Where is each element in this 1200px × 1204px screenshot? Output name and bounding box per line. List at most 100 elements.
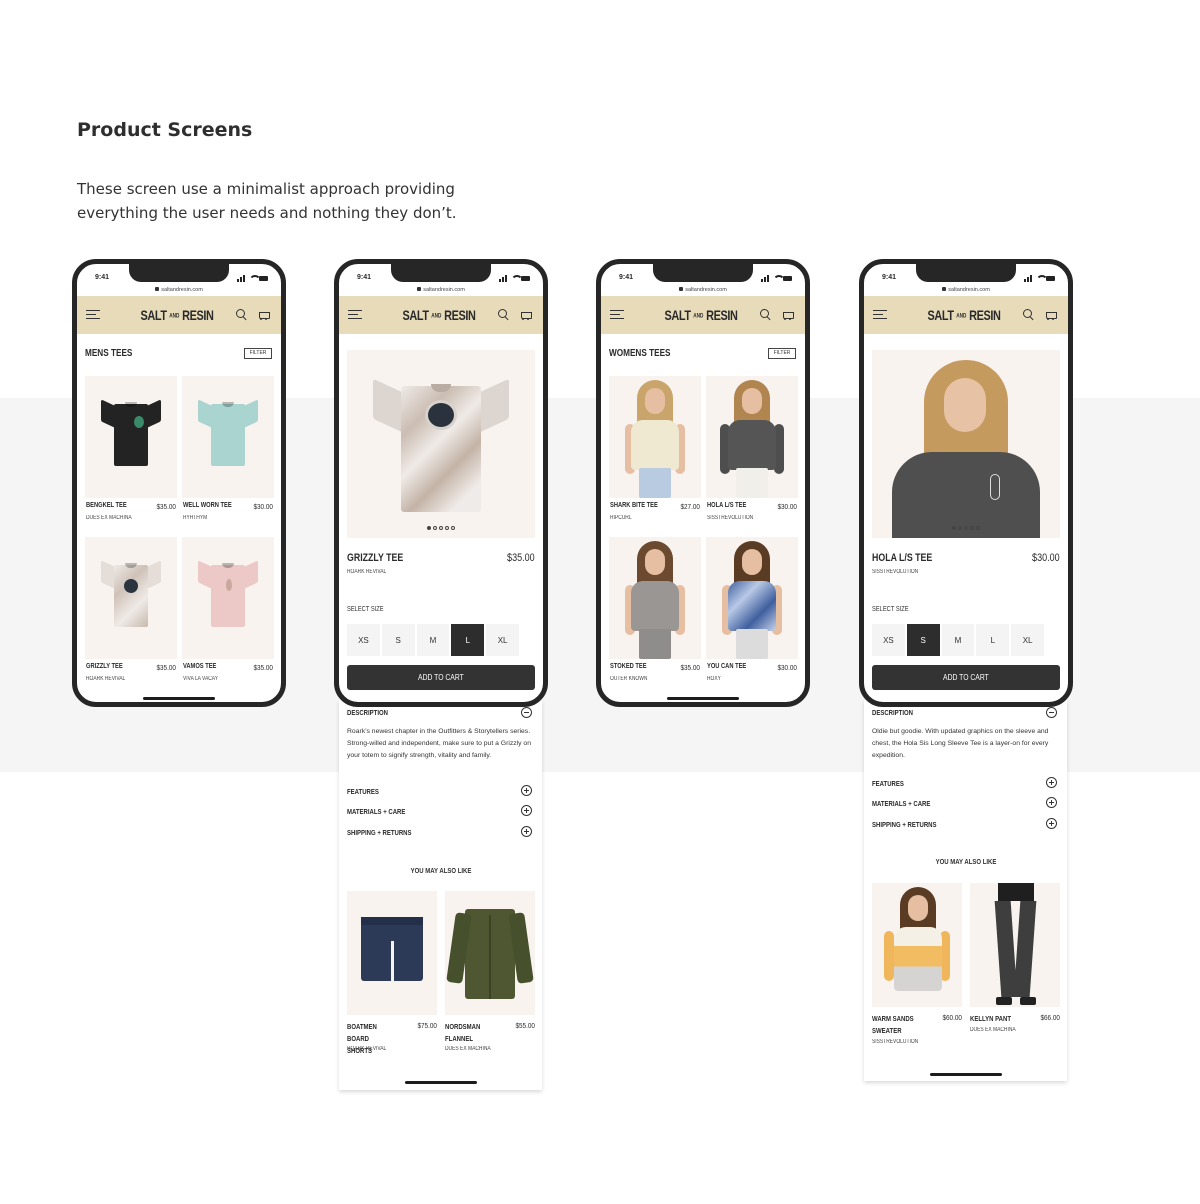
lock-icon [679,287,684,291]
logo-and: AND [431,313,442,320]
add-to-cart-button[interactable]: ADD TO CART [347,665,535,690]
description-title[interactable]: DESCRIPTION [872,708,913,717]
product-tile[interactable]: BENGKEL TEE $35.00 DUES EX MACHINA [85,376,177,521]
expand-icon[interactable] [1046,797,1057,808]
size-option-selected[interactable]: S [906,624,940,656]
size-option-selected[interactable]: L [451,624,485,656]
product-tile[interactable]: HOLA L/S TEE $30.00 SISSTREVOLUTION [706,376,798,521]
product-image[interactable] [182,376,274,498]
product-name: YOU CAN TEE [707,663,747,670]
size-option[interactable]: M [941,624,975,656]
product-image[interactable] [609,376,701,498]
product-image[interactable] [445,891,535,1015]
size-option[interactable]: L [976,624,1010,656]
search-icon[interactable] [1023,309,1034,320]
url-bar[interactable]: saltandresin.com [864,287,1068,293]
status-time: 9:41 [882,274,897,281]
url-bar[interactable]: saltandresin.com [601,287,805,293]
filter-button[interactable]: FILTER [244,348,272,359]
materials-title[interactable]: MATERIALS + CARE [872,799,930,808]
carousel-dots[interactable] [347,526,535,530]
product-price: $27.00 [680,502,700,511]
status-icons [1024,275,1055,282]
recommended-product[interactable]: NORDSMAN FLANNEL $55.00 DUES EX MACHINA [445,891,535,1052]
hamburger-menu-icon[interactable] [86,310,100,320]
cart-icon[interactable] [1044,310,1057,321]
brand-logo[interactable]: SALT AND RESIN [138,306,216,325]
product-image[interactable] [609,537,701,659]
brand-logo[interactable]: SALT AND RESIN [400,306,478,325]
brand-logo[interactable]: SALT AND RESIN [662,306,740,325]
url-bar[interactable]: saltandresin.com [339,287,543,293]
product-tile[interactable]: WELL WORN TEE $30.00 RYHTHYM [182,376,274,521]
size-option[interactable]: M [416,624,450,656]
product-image[interactable] [970,883,1060,1007]
collapse-icon[interactable] [521,707,532,718]
brand-logo[interactable]: SALT AND RESIN [925,306,1003,325]
hamburger-menu-icon[interactable] [873,310,887,320]
recommended-product[interactable]: KELLYN PANT $66.00 DUES EX MACHINA [970,883,1060,1033]
product-image[interactable] [706,376,798,498]
product-image[interactable] [182,537,274,659]
product-hero-image[interactable] [347,350,535,538]
product-price: $35.00 [507,552,535,564]
carousel-dots[interactable] [872,526,1060,530]
size-option[interactable]: XL [1011,624,1044,656]
product-image[interactable] [347,891,437,1015]
recommended-product[interactable]: WARM SANDS SWEATER $60.00 SISSTREVOLUTIO… [872,883,962,1045]
size-option[interactable]: XS [872,624,905,656]
product-price: $35.00 [156,663,176,672]
site-header: SALT AND RESIN [864,296,1068,334]
you-may-also-like-title: YOU MAY ALSO LIKE [410,866,472,875]
size-option[interactable]: XS [347,624,380,656]
product-image[interactable] [85,537,177,659]
search-icon[interactable] [236,309,247,320]
product-name: GRIZZLY TEE [347,552,404,564]
product-brand: OUTER KNOWN [610,676,648,682]
signal-icon [499,275,509,282]
product-tile[interactable]: GRIZZLY TEE $35.00 ROARK REVIVAL [85,537,177,682]
product-price: $66.00 [1040,1013,1060,1022]
expand-icon[interactable] [521,785,532,796]
page-heading: Product Screens [77,119,253,141]
description-title[interactable]: DESCRIPTION [347,708,388,717]
search-icon[interactable] [498,309,509,320]
recommended-product[interactable]: BOATMEN BOARD SHORTS $75.00 ROARK REVIVA… [347,891,437,1055]
product-tile[interactable]: SHARK BITE TEE $27.00 RIPCURL [609,376,701,521]
cart-icon[interactable] [519,310,532,321]
expand-icon[interactable] [1046,818,1057,829]
hamburger-menu-icon[interactable] [348,310,362,320]
product-tile[interactable]: YOU CAN TEE $30.00 ROXY [706,537,798,682]
expand-icon[interactable] [521,805,532,816]
model-image [872,350,1060,538]
features-title[interactable]: FEATURES [347,787,379,796]
filter-button[interactable]: FILTER [768,348,796,359]
status-time: 9:41 [619,274,634,281]
shipping-title[interactable]: SHIPPING + RETURNS [347,828,412,837]
product-image[interactable] [85,376,177,498]
product-image[interactable] [872,883,962,1007]
hamburger-menu-icon[interactable] [610,310,624,320]
product-image[interactable] [706,537,798,659]
size-option[interactable]: XL [486,624,519,656]
url-bar[interactable]: saltandresin.com [77,287,281,293]
materials-title[interactable]: MATERIALS + CARE [347,807,405,816]
shipping-title[interactable]: SHIPPING + RETURNS [872,820,937,829]
product-tile[interactable]: VAMOS TEE $35.00 VIVA LA VACAY [182,537,274,682]
cart-icon[interactable] [257,310,270,321]
search-icon[interactable] [760,309,771,320]
expand-icon[interactable] [521,826,532,837]
product-brand: DUES EX MACHINA [970,1027,1016,1033]
phone-hola-pdp: 9:41 saltandresin.com SALT AND RESIN HOL… [859,259,1073,707]
features-title[interactable]: FEATURES [872,779,904,788]
size-option[interactable]: S [381,624,415,656]
add-to-cart-button[interactable]: ADD TO CART [872,665,1060,690]
pdp-grizzly-scroll-content: DESCRIPTION Roark’s newest chapter in th… [339,700,542,1090]
product-name: WELL WORN TEE [183,502,232,509]
product-name: VAMOS TEE [183,663,217,670]
expand-icon[interactable] [1046,777,1057,788]
product-tile[interactable]: STOKED TEE $35.00 OUTER KNOWN [609,537,701,682]
cart-icon[interactable] [781,310,794,321]
product-hero-image[interactable] [872,350,1060,538]
collapse-icon[interactable] [1046,707,1057,718]
